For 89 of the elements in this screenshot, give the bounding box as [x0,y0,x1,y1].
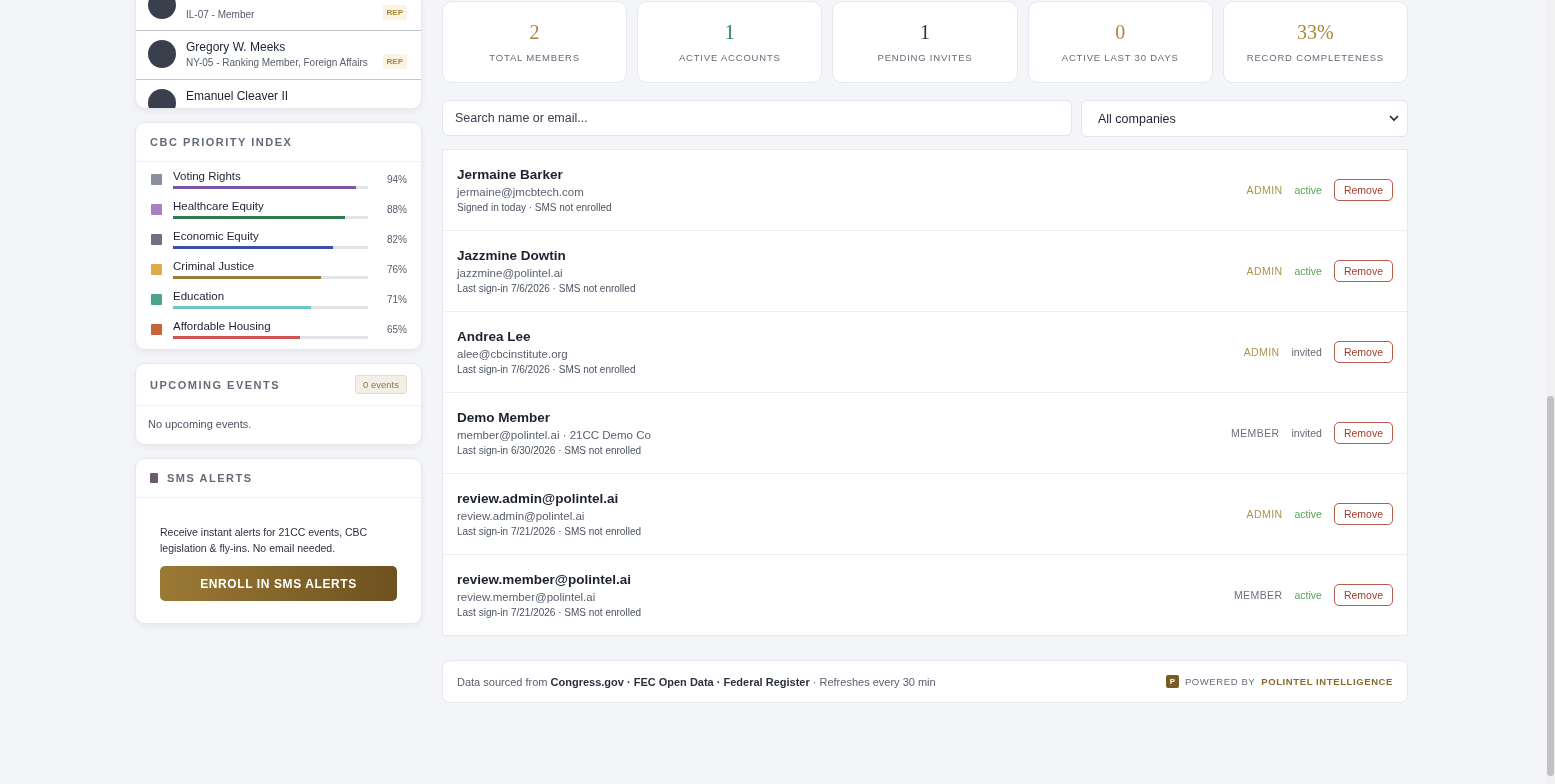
status-label: active [1294,184,1322,196]
status-label: invited [1291,346,1322,358]
search-field[interactable]: Search name or email... [442,100,1072,136]
topic-label: Economic Equity [173,230,260,242]
card-title: SMS ALERTS [167,472,253,484]
card-title: UPCOMING EVENTS [150,378,281,391]
member-row[interactable]: Gregory W. Meeks NY-05 - Ranking Member, Foreign Affairs REP [136,31,421,80]
account-name: review.member@polintel.ai [457,572,632,587]
logo-icon: P [1165,675,1179,688]
topic-icon [150,293,163,306]
remove-button[interactable]: Remove [1333,341,1393,363]
empty-message: No upcoming events. [147,417,253,432]
topic-label: Affordable Housing [173,320,272,332]
topic-icon [150,263,163,276]
role-label: MEMBER [1231,427,1280,439]
role-label: ADMIN [1246,508,1283,520]
stat-label: TOTAL MEMBERS [489,52,580,63]
account-detail: Last sign-in 6/30/2026 · SMS not enrolled [457,445,642,456]
percent-value: 94% [386,174,407,185]
account-name: Jazzmine Dowtin [457,248,567,263]
topic-icon [150,203,163,216]
party-tag: REP [382,5,407,20]
percent-value: 71% [386,294,407,305]
account-email: review.member@polintel.ai [457,591,597,603]
topic-icon [150,233,163,246]
account-detail: Last sign-in 7/21/2026 · SMS not enrolled [457,526,642,537]
member-district: NY-05 - Ranking Member, Foreign Affairs [186,57,369,68]
role-label: ADMIN [1243,346,1280,358]
account-detail: Signed in today · SMS not enrolled [457,202,613,213]
scrollbar[interactable] [1546,0,1555,784]
card-title: CBC PRIORITY INDEX [150,136,293,148]
member-name: Gregory W. Meeks [186,40,287,54]
percent-value: 82% [386,234,407,245]
status-label: active [1294,265,1322,277]
account-name: Demo Member [457,410,552,425]
account-email: alee@cbcinstitute.org [457,348,569,360]
stat-label: ACTIVE LAST 30 DAYS [1061,52,1179,63]
stat-label: PENDING INVITES [877,52,973,63]
account-name: review.admin@polintel.ai [457,491,620,506]
stat-value: 2 [529,21,540,44]
stat-value: 1 [724,21,735,44]
enroll-button[interactable]: ENROLL IN SMS ALERTS [160,566,397,601]
company-dropdown[interactable]: All companies [1081,100,1408,137]
topic-label: Healthcare Equity [173,200,265,212]
account-email: member@polintel.ai · 21CC Demo Co [457,429,652,441]
account-email: jermaine@jmcbtech.com [457,186,585,198]
member-district: IL-07 - Member [186,9,256,20]
status-label: invited [1291,427,1322,439]
stat-label: RECORD COMPLETENESS [1246,52,1384,63]
status-label: active [1294,508,1322,520]
remove-button[interactable]: Remove [1333,503,1393,525]
status-label: active [1294,589,1322,601]
remove-button[interactable]: Remove [1333,422,1393,444]
powered-by-label: POWERED BY [1184,676,1256,687]
account-detail: Last sign-in 7/6/2026 · SMS not enrolled [457,283,637,294]
source-text: Data sourced from Congress.gov · FEC Open Data · Federal Register · Refreshes every 30 min [457,675,936,688]
stat-value: 1 [920,21,930,44]
party-tag: REP [382,54,407,69]
percent-value: 88% [386,204,407,215]
avatar-placeholder [148,40,176,68]
topic-icon [150,323,163,336]
stat-value: 0 [1115,21,1126,44]
topic-label: Voting Rights [173,170,242,182]
sms-description: Receive instant alerts for 21CC events, CBC legislation & fly-ins. No email needed. [160,525,369,556]
account-email: jazzmine@polintel.ai [457,267,564,279]
stat-value: 33% [1297,21,1334,44]
chevron-down-icon [1389,115,1399,122]
account-detail: Last sign-in 7/6/2026 · SMS not enrolled [457,364,637,375]
role-label: ADMIN [1246,184,1283,196]
phone-icon [150,473,158,483]
percent-value: 76% [386,264,407,275]
role-label: MEMBER [1233,589,1283,601]
account-name: Jermaine Barker [457,167,564,182]
topic-label: Criminal Justice [173,260,256,272]
remove-button[interactable]: Remove [1333,260,1393,282]
remove-button[interactable]: Remove [1333,584,1393,606]
role-label: ADMIN [1246,265,1283,277]
member-name: Emanuel Cleaver II [186,89,290,103]
topic-icon [150,173,163,186]
percent-value: 65% [386,324,407,335]
stat-label: ACTIVE ACCOUNTS [678,52,781,63]
remove-button[interactable]: Remove [1333,179,1393,201]
brand-name: POLINTEL INTELLIGENCE [1261,676,1393,687]
account-email: review.admin@polintel.ai [457,510,586,522]
account-detail: Last sign-in 7/21/2026 · SMS not enrolled [457,607,642,618]
count-badge: 0 events [355,375,407,394]
member-row[interactable]: IL-07 - Member REP [136,0,421,31]
topic-label: Education [173,290,226,302]
account-name: Andrea Lee [457,329,532,344]
